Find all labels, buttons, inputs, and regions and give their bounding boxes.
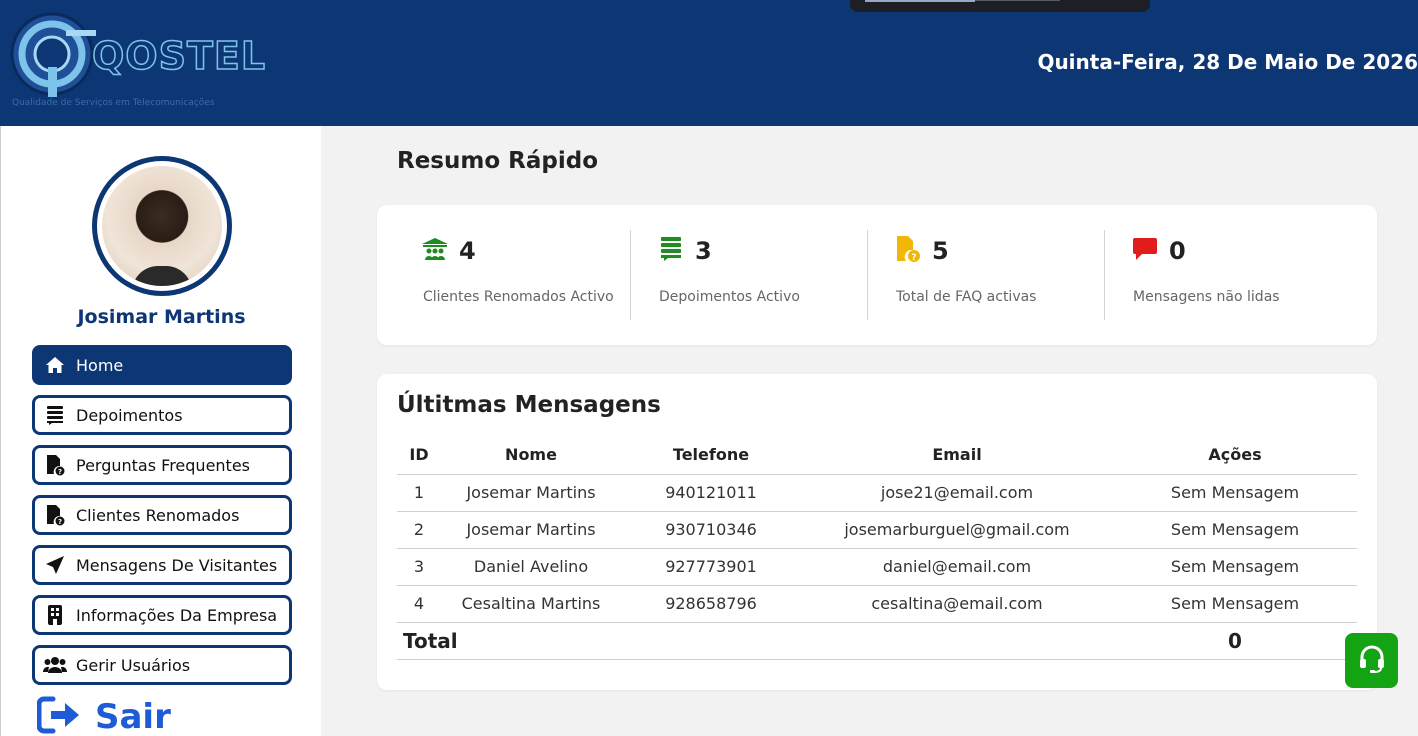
logout-button[interactable]: Sair: [36, 696, 171, 736]
users-icon: [43, 653, 67, 677]
cell-email: cesaltina@email.com: [801, 585, 1113, 623]
cell-phone: 940121011: [621, 474, 801, 512]
user-name: Josimar Martins: [77, 306, 246, 328]
sidebar-item-label: Informações Da Empresa: [76, 605, 278, 625]
sidebar-item-label: Mensagens De Visitantes: [76, 555, 278, 575]
sidebar-item-home[interactable]: Home: [32, 345, 292, 385]
column-header-email: Email: [801, 436, 1113, 475]
table-row: 3 Daniel Avelino 927773901 daniel@email.…: [397, 548, 1357, 586]
cell-action: Sem Mensagem: [1113, 548, 1357, 586]
table-row: 2 Josemar Martins 930710346 josemarburgu…: [397, 511, 1357, 549]
sidebar-item-depoimentos[interactable]: Depoimentos: [32, 395, 292, 435]
sidebar-item-label: Home: [76, 355, 124, 375]
table-row: 4 Cesaltina Martins 928658796 cesaltina@…: [397, 585, 1357, 623]
divider: [1104, 230, 1105, 320]
support-chat-button[interactable]: [1345, 633, 1398, 688]
cell-action: Sem Mensagem: [1113, 474, 1357, 512]
cell-phone: 928658796: [621, 585, 801, 623]
list-icon: [43, 403, 67, 427]
building-icon: [43, 603, 67, 627]
logout-icon: [36, 696, 81, 736]
messages-card: Últitmas Mensagens ID Nome Telefone Emai…: [377, 374, 1377, 690]
cell-id: 4: [397, 585, 441, 623]
summary-card: 4 Clientes Renomados Activo 3 Depoimento…: [377, 205, 1377, 345]
cell-action: Sem Mensagem: [1113, 585, 1357, 623]
sidebar-item-mensagens[interactable]: Mensagens De Visitantes: [32, 545, 292, 585]
logo-emblem-icon: [10, 12, 96, 97]
column-header-nome: Nome: [441, 436, 621, 475]
table-row: 1 Josemar Martins 940121011 jose21@email…: [397, 474, 1357, 512]
summary-title: Resumo Rápido: [397, 148, 598, 174]
cell-id: 1: [397, 474, 441, 512]
file-question-icon: ?: [43, 503, 67, 527]
people-building-icon: [421, 235, 449, 263]
logout-label: Sair: [95, 697, 171, 736]
table-header-row: ID Nome Telefone Email Ações: [397, 436, 1357, 475]
sidebar-item-label: Perguntas Frequentes: [76, 455, 250, 475]
user-photo: [102, 166, 222, 286]
cell-id: 2: [397, 511, 441, 549]
cell-id: 3: [397, 548, 441, 586]
stat-label: Mensagens não lidas: [1133, 289, 1280, 305]
cell-phone: 930710346: [621, 511, 801, 549]
logo-subtitle: Qualidade de Serviços em Telecomunicaçõe…: [12, 98, 215, 108]
headset-icon: [1358, 644, 1386, 678]
column-header-acoes: Ações: [1113, 436, 1357, 475]
stat-faq[interactable]: ? 5 Total de FAQ activas: [894, 205, 1124, 345]
cell-phone: 927773901: [621, 548, 801, 586]
total-value: 0: [1113, 622, 1357, 660]
stat-value: 4: [459, 237, 476, 265]
cell-name: Josemar Martins: [441, 474, 621, 512]
column-header-telefone: Telefone: [621, 436, 801, 475]
svg-text:?: ?: [58, 468, 62, 476]
cell-name: Josemar Martins: [441, 511, 621, 549]
logo[interactable]: QOSTEL Qualidade de Serviços em Telecomu…: [10, 12, 266, 112]
messages-table: ID Nome Telefone Email Ações 1 Josemar M…: [397, 436, 1357, 660]
home-icon: [43, 353, 67, 377]
svg-text:?: ?: [58, 518, 62, 526]
top-header: QOSTEL Qualidade de Serviços em Telecomu…: [0, 0, 1418, 126]
send-icon: [43, 553, 67, 577]
cell-email: daniel@email.com: [801, 548, 1113, 586]
stat-depoimentos[interactable]: 3 Depoimentos Activo: [657, 205, 887, 345]
avatar[interactable]: [92, 156, 232, 296]
sidebar-item-label: Depoimentos: [76, 405, 183, 425]
sidebar-item-perguntas-frequentes[interactable]: ? Perguntas Frequentes: [32, 445, 292, 485]
stat-value: 0: [1169, 237, 1186, 265]
cell-name: Daniel Avelino: [441, 548, 621, 586]
table-total-row: Total 0: [397, 622, 1357, 660]
current-date: Quinta-Feira, 28 De Maio De 2026: [1037, 50, 1418, 74]
svg-text:?: ?: [911, 253, 916, 263]
cell-action: Sem Mensagem: [1113, 511, 1357, 549]
browser-overlay-bar: [850, 0, 1150, 12]
stat-label: Total de FAQ activas: [896, 289, 1037, 305]
stat-value: 3: [695, 237, 712, 265]
total-label: Total: [397, 622, 1113, 660]
sidebar-item-label: Clientes Renomados: [76, 505, 240, 525]
divider: [867, 230, 868, 320]
cell-name: Cesaltina Martins: [441, 585, 621, 623]
sidebar: Josimar Martins Home Depoimentos ? Pergu…: [0, 126, 321, 736]
file-question-icon: ?: [43, 453, 67, 477]
logo-text: QOSTEL: [91, 33, 267, 79]
sidebar-item-gerir-usuarios[interactable]: Gerir Usuários: [32, 645, 292, 685]
column-header-id: ID: [397, 436, 441, 475]
stat-value: 5: [932, 237, 949, 265]
sidebar-item-label: Gerir Usuários: [76, 655, 191, 675]
stat-mensagens[interactable]: 0 Mensagens não lidas: [1131, 205, 1361, 345]
file-question-icon: ?: [894, 235, 922, 263]
sidebar-item-informacoes-empresa[interactable]: Informações Da Empresa: [32, 595, 292, 635]
chat-icon: [1131, 235, 1159, 263]
stat-label: Depoimentos Activo: [659, 289, 800, 305]
divider: [630, 230, 631, 320]
messages-title: Últitmas Mensagens: [397, 392, 661, 418]
cell-email: josemarburguel@gmail.com: [801, 511, 1113, 549]
list-icon: [657, 235, 685, 263]
stat-label: Clientes Renomados Activo: [423, 289, 614, 305]
stat-clientes-renomados[interactable]: 4 Clientes Renomados Activo: [421, 205, 651, 345]
sidebar-item-clientes-renomados[interactable]: ? Clientes Renomados: [32, 495, 292, 535]
cell-email: jose21@email.com: [801, 474, 1113, 512]
